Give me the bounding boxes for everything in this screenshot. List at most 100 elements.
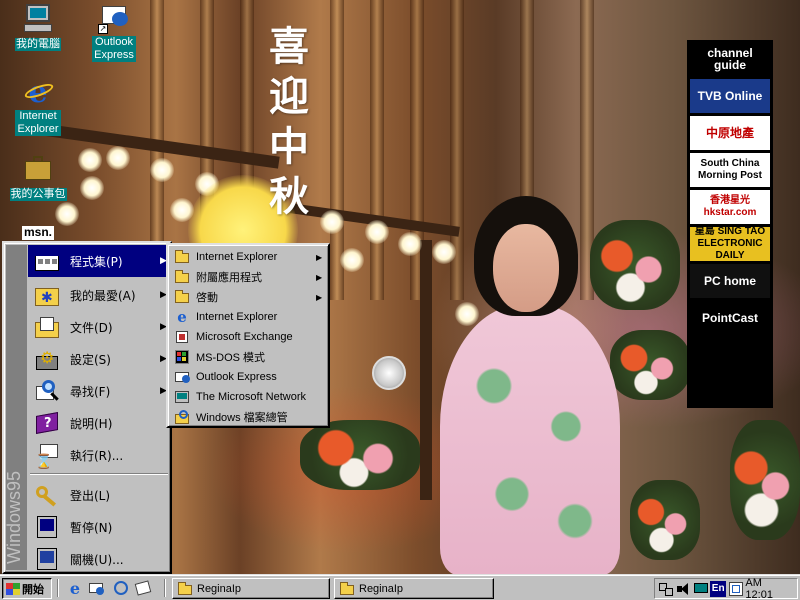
desktop-icon-outlook-express[interactable]: ↗ Outlook Express bbox=[78, 2, 150, 62]
outlook-express-icon: ↗ bbox=[98, 2, 130, 34]
channel-button[interactable]: 中原地產 bbox=[690, 116, 770, 150]
start-menu-separator bbox=[30, 473, 168, 475]
volume-icon[interactable] bbox=[675, 581, 690, 597]
start-item-find[interactable]: 尋找(F) ▶ bbox=[28, 375, 170, 407]
programs-item-label: 啓動 bbox=[196, 292, 218, 304]
channel-button[interactable]: PointCast bbox=[690, 301, 770, 335]
taskbar-task-button[interactable]: ReginaIp bbox=[334, 578, 494, 599]
msn-icon bbox=[174, 389, 190, 405]
channel-label: channel guide bbox=[707, 46, 753, 72]
desktop-icon-internet-explorer[interactable]: e Internet Explorer bbox=[2, 75, 74, 136]
start-item-run[interactable]: ⌛ 執行(R)... bbox=[28, 439, 170, 471]
briefcase-icon bbox=[22, 152, 54, 184]
programs-item-label: Internet Explorer bbox=[196, 251, 278, 263]
exchange-icon bbox=[174, 329, 190, 345]
programs-item-label: Outlook Express bbox=[196, 371, 277, 383]
submenu-arrow-icon: ▶ bbox=[316, 252, 323, 262]
start-item-favorites[interactable]: ✱ 我的最愛(A) ▶ bbox=[28, 279, 170, 311]
programs-item-outlook-express[interactable]: Outlook Express bbox=[170, 367, 326, 387]
task-label: ReginaIp bbox=[197, 582, 242, 595]
quicklaunch-channels-icon[interactable] bbox=[134, 579, 152, 597]
start-menu: Windows95 程式集(P) ▶ ✱ 我的最愛(A) ▶ 文件(D) ▶ ⚙… bbox=[2, 241, 172, 574]
channel-button[interactable]: 香港星光 hkstar.com bbox=[690, 190, 770, 224]
msdos-icon bbox=[174, 349, 190, 365]
start-item-suspend[interactable]: 暫停(N) bbox=[28, 511, 170, 543]
start-item-label: 文件(D) bbox=[70, 320, 113, 335]
ime-icon[interactable] bbox=[728, 581, 743, 597]
start-item-label: 我的最愛(A) bbox=[70, 288, 136, 303]
windows-logo-icon bbox=[6, 582, 20, 595]
channel-bar: channel guide TVB Online 中原地產 South China M… bbox=[687, 40, 773, 408]
programs-item-startup[interactable]: 啓動 ▶ bbox=[170, 287, 326, 307]
programs-item-accessories[interactable]: 附屬應用程式 ▶ bbox=[170, 267, 326, 287]
desktop-icon-label: 我的電腦 bbox=[15, 38, 61, 51]
quicklaunch-show-desktop-icon[interactable] bbox=[112, 579, 130, 597]
programs-item-msn[interactable]: The Microsoft Network bbox=[170, 387, 326, 407]
msn-icon: msn. bbox=[12, 222, 54, 242]
folder-icon bbox=[174, 289, 190, 305]
channel-button[interactable]: TVB Online bbox=[690, 79, 770, 113]
start-item-programs[interactable]: 程式集(P) ▶ bbox=[28, 245, 170, 277]
start-item-settings[interactable]: ⚙ 設定(S) ▶ bbox=[28, 343, 170, 375]
programs-item-label: The Microsoft Network bbox=[196, 391, 307, 403]
monitor-icon[interactable] bbox=[693, 581, 708, 597]
submenu-arrow-icon: ▶ bbox=[316, 272, 323, 282]
shutdown-icon bbox=[34, 546, 60, 572]
start-item-help[interactable]: ? 說明(H) bbox=[28, 407, 170, 439]
channel-button[interactable]: PC home bbox=[690, 264, 770, 298]
start-item-label: 程式集(P) bbox=[70, 254, 123, 269]
language-label: En bbox=[711, 583, 725, 594]
quicklaunch-ie-icon[interactable]: e bbox=[66, 579, 84, 598]
programs-item-label: 附屬應用程式 bbox=[196, 272, 262, 284]
programs-item-ie-folder[interactable]: Internet Explorer ▶ bbox=[170, 247, 326, 267]
programs-item-label: Windows 檔案總管 bbox=[196, 412, 288, 424]
poem-char: 中 bbox=[269, 123, 309, 170]
start-item-logoff[interactable]: 登出(L) bbox=[28, 479, 170, 511]
start-item-shutdown[interactable]: 關機(U)... bbox=[28, 543, 170, 575]
system-tray: En AM 12:01 bbox=[654, 577, 798, 600]
start-item-label: 執行(R)... bbox=[70, 448, 124, 463]
documents-icon bbox=[34, 314, 60, 340]
run-icon: ⌛ bbox=[34, 442, 60, 470]
channel-button[interactable]: channel guide bbox=[690, 42, 770, 76]
start-item-label: 暫停(N) bbox=[70, 520, 113, 535]
channel-label: TVB Online bbox=[697, 89, 763, 103]
channel-label: PC home bbox=[703, 274, 756, 288]
taskbar-task-button[interactable]: ReginaIp bbox=[172, 578, 330, 599]
ie-icon: e bbox=[177, 308, 187, 326]
programs-item-internet-explorer[interactable]: e Internet Explorer bbox=[170, 307, 326, 327]
taskbar: 開始 e ReginaIp ReginaIp En AM 12:01 bbox=[0, 574, 800, 600]
folder-icon bbox=[177, 581, 193, 597]
poem-char: 喜 bbox=[269, 23, 309, 70]
desktop-icon-label: Internet Explorer bbox=[15, 110, 61, 136]
channel-button[interactable]: 星島 SING TAO ELECTRONIC DAILY bbox=[690, 227, 770, 261]
programs-item-exchange[interactable]: Microsoft Exchange bbox=[170, 327, 326, 347]
start-button[interactable]: 開始 bbox=[2, 578, 52, 599]
folder-icon bbox=[339, 581, 355, 597]
wallpaper-poem: 喜 迎 中 秋 bbox=[266, 22, 312, 222]
programs-item-label: MS-DOS 模式 bbox=[196, 352, 266, 364]
language-indicator[interactable]: En bbox=[710, 580, 726, 597]
desktop-icon-briefcase[interactable]: 我的公事包 bbox=[2, 152, 74, 201]
start-item-documents[interactable]: 文件(D) ▶ bbox=[28, 311, 170, 343]
programs-icon bbox=[34, 248, 60, 274]
programs-item-msdos-mode[interactable]: MS-DOS 模式 bbox=[170, 347, 326, 367]
clock[interactable]: AM 12:01 bbox=[745, 577, 791, 600]
folder-icon bbox=[174, 249, 190, 265]
network-icon[interactable] bbox=[658, 581, 673, 597]
programs-submenu: Internet Explorer ▶ 附屬應用程式 ▶ 啓動 ▶ e Inte… bbox=[166, 243, 330, 428]
logoff-key-icon bbox=[34, 482, 60, 508]
channel-button[interactable]: South China Morning Post bbox=[690, 153, 770, 187]
help-book-icon: ? bbox=[34, 410, 60, 436]
start-button-label: 開始 bbox=[22, 582, 44, 596]
settings-icon: ⚙ bbox=[34, 346, 60, 372]
programs-item-windows-explorer[interactable]: Windows 檔案總管 bbox=[170, 407, 326, 427]
folder-icon bbox=[174, 269, 190, 285]
quicklaunch-outlook-icon[interactable] bbox=[88, 579, 106, 597]
desktop-icon-my-computer[interactable]: 我的電腦 bbox=[2, 2, 74, 51]
submenu-arrow-icon: ▶ bbox=[316, 292, 323, 302]
suspend-icon bbox=[34, 514, 60, 540]
msn-logo-text: msn. bbox=[24, 225, 53, 239]
channel-label: 中原地產 bbox=[705, 126, 754, 140]
start-item-label: 關機(U)... bbox=[70, 552, 124, 567]
